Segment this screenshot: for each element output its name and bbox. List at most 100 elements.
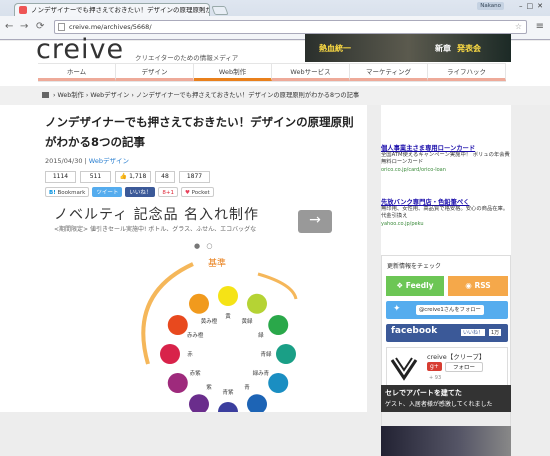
gutter bbox=[367, 105, 381, 412]
gplus-icon: g+ bbox=[427, 362, 442, 371]
web-page: creive クリエイターのための情報メディア 熱血統一 新章 発表会 ホーム … bbox=[0, 34, 550, 456]
wheel-label-3: 青緑 bbox=[260, 350, 272, 358]
count-bookmark: 1114 bbox=[45, 171, 76, 183]
share-counts: 1114 511 👍 1,718 48 1877 bbox=[45, 171, 210, 183]
side-ad-1-text: 全国ATM使えるキャンペーン実施中！ ボリュの年会費無料ローンカード bbox=[381, 152, 510, 165]
address-bar[interactable]: creive.me/archives/5668/ ☆ bbox=[54, 20, 527, 34]
article-title: ノンデザイナーでも押さえておきたい！デザインの原理原則がわかる8つの記事 bbox=[45, 115, 354, 149]
forward-icon[interactable]: → bbox=[20, 21, 28, 33]
site-logo[interactable]: creive bbox=[36, 34, 124, 65]
nav-home[interactable]: ホーム bbox=[38, 64, 116, 81]
wheel-label-8: 赤紫 bbox=[190, 369, 202, 377]
wheel-label-0: 黄 bbox=[225, 312, 231, 320]
twitter-bird-icon: ✦ bbox=[393, 304, 401, 314]
nav-marketing[interactable]: マーケティング bbox=[350, 64, 428, 81]
facebook-label: facebook bbox=[391, 326, 438, 336]
feedly-button[interactable]: ❖ Feedly bbox=[386, 276, 444, 296]
reload-icon[interactable]: ⟳ bbox=[36, 21, 44, 33]
facebook-like-button[interactable]: いいね！ bbox=[461, 329, 486, 336]
wheel-dot-1 bbox=[247, 293, 267, 314]
ad-subtitle: <期間限定> 値引きセール実施中! ボトル、グラス、ふせん、エコバッグな bbox=[54, 226, 257, 233]
wheel-label-11: 黄み橙 bbox=[201, 317, 218, 325]
bookmark-star-icon[interactable]: ☆ bbox=[515, 21, 522, 33]
count-pocket: 1877 bbox=[179, 171, 210, 183]
global-nav: ホーム デザイン Web制作 Webサービス マーケティング ライフハック bbox=[38, 63, 506, 82]
like-button[interactable]: いいね！ bbox=[125, 187, 156, 197]
window-controls[interactable]: –□✕ bbox=[519, 2, 547, 10]
count-gplus: 48 bbox=[155, 171, 175, 183]
share-buttons: B! Bookmark ツイート いいね！ 8+1 ♥ Pocket bbox=[45, 187, 214, 197]
carousel-dots[interactable]: ● ○ bbox=[194, 242, 214, 250]
nav-lifehack[interactable]: ライフハック bbox=[428, 64, 506, 81]
wheel-label-2: 緑 bbox=[258, 331, 264, 339]
inline-ad[interactable]: ノベルティ 記念品 名入れ制作 <期間限定> 値引きセール実施中! ボトル、グラ… bbox=[46, 204, 363, 246]
tweet-button[interactable]: ツイート bbox=[92, 187, 123, 197]
wheel-dot-10 bbox=[167, 315, 188, 335]
follow-title: 更新情報をチェック bbox=[387, 263, 442, 270]
wheel-label-9: 赤 bbox=[187, 350, 193, 358]
site-tagline: クリエイターのための情報メディア bbox=[135, 54, 239, 62]
close-tab-icon[interactable]: ✕ bbox=[199, 4, 205, 16]
nav-web[interactable]: Web制作 bbox=[194, 64, 272, 81]
side-ad-2-text: 無印用、女性用、高品質で格安格。安心の商品在庫。代金引換え bbox=[381, 206, 509, 219]
wheel-label-4: 緑み青 bbox=[253, 369, 270, 377]
wheel-label-1: 黄緑 bbox=[241, 317, 253, 325]
nav-design[interactable]: デザイン bbox=[116, 64, 194, 81]
wheel-label-top: 基準 bbox=[208, 257, 226, 269]
wheel-dot-6 bbox=[218, 402, 238, 412]
wheel-label-5: 青 bbox=[244, 383, 250, 391]
banner-text-2: 新章 bbox=[435, 44, 451, 53]
profile-name[interactable]: Nakano bbox=[477, 2, 504, 10]
breadcrumb: › Web制作 › Webデザイン › ノンデザイナーでも押さえておきたい！デザ… bbox=[0, 86, 550, 105]
wheel-segments: 黄黄緑緑青緑緑み青青青紫 紫赤紫 赤 赤み橙 黄み橙 bbox=[160, 286, 296, 412]
menu-icon[interactable]: ≡ bbox=[536, 21, 544, 33]
side-ad-1-title[interactable]: 個人事業主さま専用ローンカード bbox=[381, 143, 475, 152]
wheel-dot-4 bbox=[268, 373, 289, 393]
article: ノンデザイナーでも押さえておきたい！デザインの原理原則がわかる8つの記事 201… bbox=[38, 109, 367, 412]
nav-webservice[interactable]: Webサービス bbox=[272, 64, 350, 81]
crumb-2[interactable]: Webデザイン bbox=[90, 92, 129, 99]
new-tab-button[interactable] bbox=[211, 6, 229, 15]
count-tweet: 511 bbox=[80, 171, 111, 183]
gplus-box: creive【クリープ】 g+ フォロー + 93 bbox=[386, 347, 508, 387]
side-ad-2-title[interactable]: 先放バンク専門店・色鉛筆ぺく bbox=[381, 197, 469, 206]
pocket-button[interactable]: ♥ Pocket bbox=[180, 187, 214, 197]
header-banner-ad[interactable]: 熱血統一 新章 発表会 bbox=[305, 34, 511, 62]
wheel-dot-0 bbox=[218, 286, 238, 306]
browser-tab[interactable]: ノンデザイナーでも押さえておきたい！デザインの原理原則が ✕ bbox=[14, 3, 210, 16]
wheel-dot-9 bbox=[160, 344, 180, 364]
bottom-sidebar-ad[interactable] bbox=[381, 426, 511, 456]
crumb-1[interactable]: Web制作 bbox=[58, 92, 84, 99]
side-ad-1-url[interactable]: orico.co.jp/card/orico-loan bbox=[381, 167, 446, 173]
article-category[interactable]: Webデザイン bbox=[89, 157, 129, 165]
banner-text-1: 熱血統一 bbox=[319, 44, 351, 53]
gplus-button[interactable]: 8+1 bbox=[158, 187, 178, 197]
right-gutter bbox=[511, 105, 550, 412]
home-icon[interactable] bbox=[42, 92, 49, 98]
gplus-page-name[interactable]: creive【クリープ】 bbox=[427, 351, 485, 361]
bottom-ad-line1: セレでアパートを建てた bbox=[385, 389, 462, 397]
gplus-count: + 93 bbox=[429, 375, 442, 381]
side-ad-2-url[interactable]: yahoo.co.jp/peku bbox=[381, 221, 424, 227]
wheel-label-7: 紫 bbox=[206, 384, 212, 391]
twitter-follow-box[interactable]: ✦ @creive1さんをフォロー bbox=[386, 301, 508, 319]
tab-title: ノンデザイナーでも押さえておきたい！デザインの原理原則が bbox=[31, 6, 210, 14]
creive-logo-icon bbox=[390, 357, 418, 381]
wheel-dot-3 bbox=[276, 344, 296, 364]
bookmark-button[interactable]: B! Bookmark bbox=[45, 187, 90, 197]
sidebar: 個人事業主さま専用ローンカード 全国ATM使えるキャンペーン実施中！ ボリュの年… bbox=[381, 105, 511, 456]
ad-arrow-button[interactable]: → bbox=[298, 210, 332, 233]
back-icon[interactable]: ← bbox=[5, 21, 13, 33]
article-meta: 2015/04/30 | Webデザイン bbox=[45, 157, 129, 165]
wheel-label-6: 青紫 bbox=[222, 388, 234, 396]
color-wheel-image: 基準 黄黄緑緑青緑緑み青青青紫 紫赤紫 赤 赤み橙 黄み橙 bbox=[141, 257, 298, 412]
facebook-box[interactable]: facebook いいね！ 1万 bbox=[386, 324, 508, 342]
favicon-icon bbox=[19, 6, 27, 14]
arrow-curve-right bbox=[257, 272, 298, 300]
count-like: 👍 1,718 bbox=[115, 171, 151, 183]
rss-button[interactable]: ◉ RSS bbox=[448, 276, 508, 296]
bottom-ad[interactable]: セレでアパートを建てた ゲスト、入居者様が感激してくれました bbox=[381, 385, 511, 412]
twitter-follow-button[interactable]: @creive1さんをフォロー bbox=[416, 305, 484, 315]
page-icon bbox=[58, 23, 65, 31]
gplus-follow-button[interactable]: フォロー bbox=[445, 362, 484, 372]
